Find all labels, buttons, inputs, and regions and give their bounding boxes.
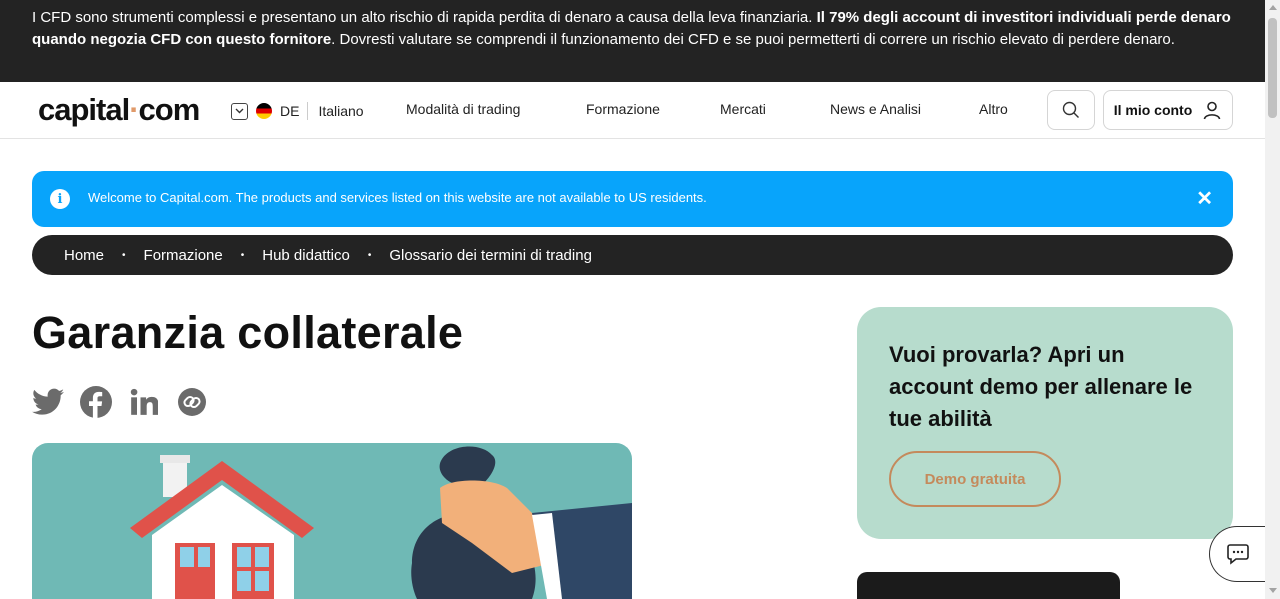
facebook-icon[interactable] [80,386,112,418]
nav-trading-modes[interactable]: Modalità di trading [406,101,520,117]
site-header: capital·com DE Italiano Modalità di trad… [0,82,1265,139]
promo-card[interactable] [857,572,1120,599]
divider [307,102,309,120]
capital-com-logo[interactable]: capital·com [38,92,200,128]
nav-news-analysis[interactable]: News e Analisi [830,101,921,117]
demo-card-title: Vuoi provarla? Apri un account demo per … [889,342,1193,431]
linkedin-icon[interactable] [128,386,160,418]
breadcrumb-education[interactable]: Formazione [144,247,223,264]
region-code: DE [280,103,300,119]
user-icon [1203,101,1221,120]
chat-button[interactable] [1209,526,1265,582]
language-label: Italiano [318,103,364,119]
chevron-down-icon [231,102,248,120]
page-scrollbar[interactable] [1265,0,1280,599]
breadcrumb-separator: • [240,249,245,261]
breadcrumb-learning-hub[interactable]: Hub didattico [262,247,350,264]
page-title: Garanzia collaterale [32,307,464,358]
demo-account-card: Vuoi provarla? Apri un account demo per … [857,307,1233,539]
my-account-button[interactable]: Il mio conto [1103,90,1233,130]
nav-more[interactable]: Altro [979,101,1008,117]
chat-icon [1226,544,1249,565]
nav-education[interactable]: Formazione [586,101,660,117]
my-account-label: Il mio conto [1113,102,1193,118]
breadcrumb-separator: • [367,249,372,261]
info-icon: i [50,189,70,209]
risk-warning-text-end: . Dovresti valutare se comprendi il funz… [331,31,1175,48]
twitter-icon[interactable] [32,386,64,418]
breadcrumb: Home • Formazione • Hub didattico • Glos… [32,235,1233,275]
search-button[interactable] [1047,90,1095,130]
breadcrumb-glossary[interactable]: Glossario dei termini di trading [389,247,592,264]
collateral-illustration [32,443,632,599]
us-residents-notice: i Welcome to Capital.com. The products a… [32,171,1233,227]
region-language-selector[interactable]: DE Italiano [231,101,364,121]
free-demo-button[interactable]: Demo gratuita [889,451,1061,507]
nav-markets[interactable]: Mercati [720,101,766,117]
scroll-thumb[interactable] [1268,18,1277,118]
notice-text: Welcome to Capital.com. The products and… [88,190,707,205]
copy-link-icon[interactable] [176,386,208,418]
close-icon[interactable]: ✕ [1196,186,1213,211]
scroll-up-arrow-icon[interactable] [1269,5,1277,10]
search-icon [1062,101,1079,118]
risk-warning-banner: I CFD sono strumenti complessi e present… [0,0,1265,82]
risk-warning-text: I CFD sono strumenti complessi e present… [32,9,817,26]
breadcrumb-separator: • [122,249,126,261]
germany-flag-icon [256,103,272,119]
breadcrumb-home[interactable]: Home [64,247,104,264]
scroll-down-arrow-icon[interactable] [1269,588,1277,593]
